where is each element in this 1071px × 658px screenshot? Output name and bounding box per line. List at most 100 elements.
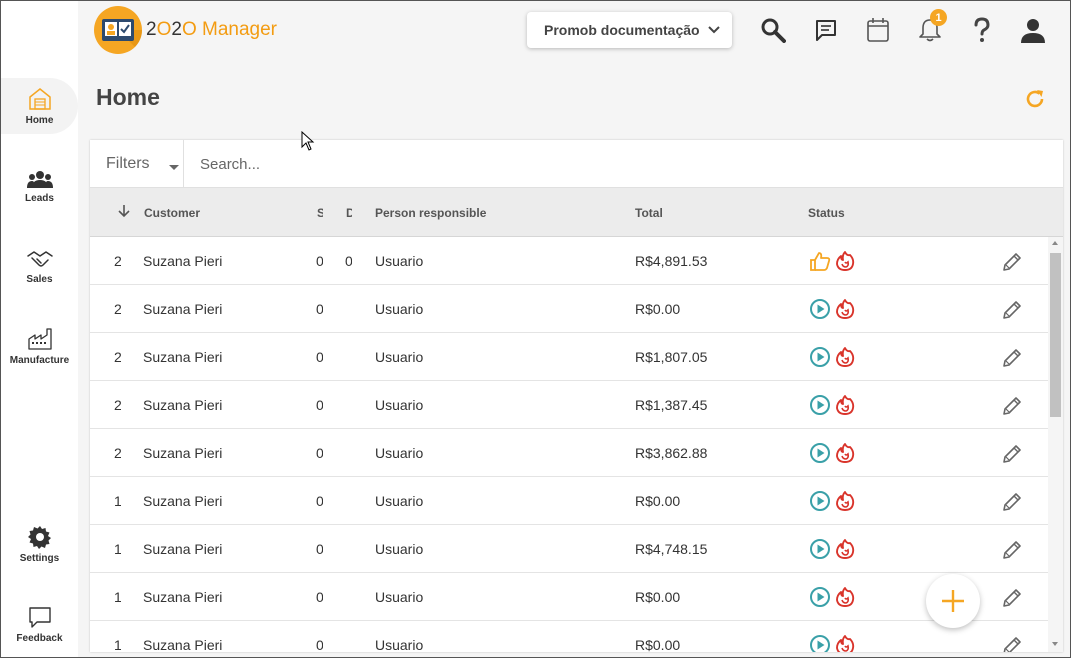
s-value: 0 [316,349,323,365]
pencil-icon [1003,397,1021,415]
column-header-d[interactable]: D [346,206,352,220]
pencil-icon [1003,589,1021,607]
column-header-person[interactable]: Person responsible [375,206,486,220]
table-row[interactable]: 1 Suzana Pieri 0 Usuario R$0.00 [90,573,1048,621]
notifications-button[interactable]: 1 [916,9,947,44]
s-value: 0 [316,493,323,509]
status-icons [809,394,855,416]
app-logo[interactable]: 2O2O Manager [94,6,277,54]
mouse-cursor-icon [301,131,315,151]
table-row[interactable]: 2 Suzana Pieri 0 Usuario R$0.00 [90,285,1048,333]
total-value: R$4,748.15 [635,541,708,557]
edit-button[interactable] [1001,395,1023,420]
people-icon [26,170,53,188]
filters-dropdown[interactable]: Filters [90,140,184,188]
pencil-icon [1003,637,1021,652]
total-value: R$1,807.05 [635,349,708,365]
help-button[interactable] [968,16,996,44]
sort-arrow-down-icon[interactable] [118,204,130,218]
scrollbar[interactable] [1048,237,1063,652]
scroll-down-arrow[interactable] [1052,642,1058,646]
edit-button[interactable] [1001,299,1023,324]
person-responsible: Usuario [375,637,424,652]
total-value: R$4,891.53 [635,253,708,269]
user-menu-button[interactable] [1019,16,1047,44]
chevron-down-icon [707,26,720,34]
edit-button[interactable] [1001,491,1023,516]
gear-icon [27,525,51,549]
play-circle-icon [810,395,830,415]
person-responsible: Usuario [375,541,424,557]
calendar-button[interactable] [864,16,892,44]
person-responsible: Usuario [375,589,424,605]
table-row[interactable]: 2 Suzana Pieri 0 Usuario R$1,387.45 [90,381,1048,429]
edit-button[interactable] [1001,539,1023,564]
sidebar: Home Leads Sales Manufacture Settings Fe… [1,1,78,657]
sidebar-item-leads[interactable]: Leads [1,158,78,214]
table-row[interactable]: 2 Suzana Pieri 0 0 Usuario R$4,891.53 [90,237,1048,285]
sidebar-item-home[interactable]: Home [1,78,78,134]
feedback-icon [28,606,51,628]
edit-button[interactable] [1001,347,1023,372]
sidebar-item-label: Home [25,114,54,126]
table-row[interactable]: 2 Suzana Pieri 0 Usuario R$1,807.05 [90,333,1048,381]
plus-icon [942,590,964,612]
sidebar-item-label: Manufacture [9,354,70,366]
chat-icon [816,20,836,41]
hot-lead-icon [836,251,855,271]
table-row[interactable]: 1 Suzana Pieri 0 Usuario R$4,748.15 [90,525,1048,573]
s-value: 0 [316,445,323,461]
person-responsible: Usuario [375,493,424,509]
column-header-status[interactable]: Status [808,206,845,220]
column-header-customer[interactable]: Customer [144,206,200,220]
refresh-button[interactable] [1024,88,1046,115]
total-value: R$3,862.88 [635,445,708,461]
factory-icon [27,327,52,350]
hot-lead-icon [836,635,855,652]
scroll-thumb[interactable] [1050,253,1061,417]
messages-button[interactable] [812,16,840,44]
sidebar-item-sales[interactable]: Sales [1,238,78,294]
search-input[interactable] [185,140,1055,188]
customer-name: Suzana Pieri [143,397,223,413]
edit-button[interactable] [1001,635,1023,652]
add-button[interactable] [926,574,980,628]
pencil-icon [1003,253,1021,271]
customer-name: Suzana Pieri [143,253,223,269]
status-icons [809,586,855,608]
column-header-total[interactable]: Total [635,206,663,220]
table-row[interactable]: 1 Suzana Pieri 0 Usuario R$0.00 [90,477,1048,525]
sidebar-item-settings[interactable]: Settings [1,516,78,572]
table-row[interactable]: 2 Suzana Pieri 0 Usuario R$3,862.88 [90,429,1048,477]
logo-badge [94,6,142,54]
column-header-s[interactable]: S [317,206,323,220]
table-row[interactable]: 1 Suzana Pieri 0 Usuario R$0.00 [90,621,1048,652]
hot-lead-icon [836,347,855,367]
s-value: 0 [316,589,323,605]
person-responsible: Usuario [375,301,424,317]
s-value: 0 [316,397,323,413]
sidebar-item-manufacture[interactable]: Manufacture [1,318,78,374]
sidebar-item-feedback[interactable]: Feedback [1,596,78,652]
status-icons [809,490,855,512]
scroll-up-arrow[interactable] [1052,241,1058,245]
search-button[interactable] [759,16,787,44]
row-number: 2 [114,397,121,413]
total-value: R$0.00 [635,637,681,652]
pencil-icon [1003,493,1021,511]
person-responsible: Usuario [375,397,424,413]
records-card: Filters Customer S D Person responsible … [90,140,1063,652]
edit-button[interactable] [1001,443,1023,468]
status-icons [809,538,855,560]
customer-name: Suzana Pieri [143,301,223,317]
row-number: 2 [114,253,121,269]
hot-lead-icon [836,443,855,463]
table-header: Customer S D Person responsible Total St… [90,188,1063,237]
edit-button[interactable] [1001,251,1023,276]
caret-down-icon [169,165,179,170]
person-responsible: Usuario [375,253,424,269]
status-icons [809,346,855,368]
edit-button[interactable] [1001,587,1023,612]
row-number: 1 [114,589,121,605]
project-select[interactable]: Promob documentação [527,12,732,48]
